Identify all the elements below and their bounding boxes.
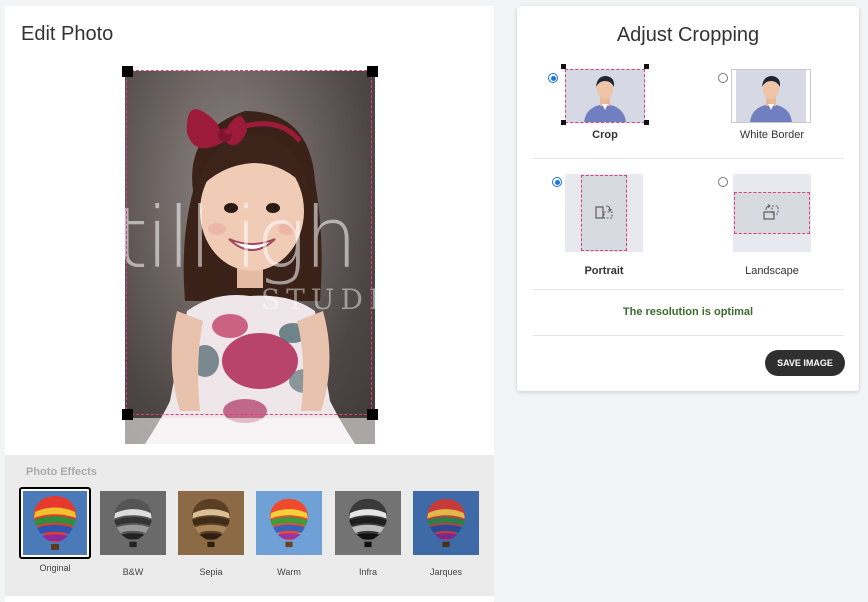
fit-option-white-border[interactable]: White Border [717, 68, 837, 148]
hot-air-balloon-icon [192, 498, 230, 548]
effect-label: Sepia [199, 567, 223, 577]
edit-photo-title: Edit Photo [21, 23, 114, 45]
effect-label: Warm [277, 567, 301, 577]
orientation-option-label: Portrait [584, 265, 624, 277]
photo-preview[interactable]: till igh STUDIO [125, 71, 375, 444]
balloon-thumbnail-sepia [178, 491, 244, 555]
adjust-cropping-title: Adjust Cropping [616, 24, 760, 46]
effect-original[interactable]: Original [19, 487, 91, 573]
hot-air-balloon-icon [114, 498, 152, 548]
rotate-orientation-icon [763, 204, 779, 220]
crop-handle-bottom-right[interactable] [367, 409, 378, 420]
crop-handle-bottom-left[interactable] [122, 409, 133, 420]
effect-jarques[interactable]: Jarques [413, 491, 479, 577]
balloon-thumbnail-warm [256, 491, 322, 555]
section-divider [533, 289, 844, 290]
fit-option-crop[interactable]: Crop [547, 64, 667, 148]
photo-effects-title: Photo Effects [26, 466, 97, 478]
portrait-radio[interactable] [552, 177, 562, 187]
person-avatar-icon [750, 76, 792, 122]
orientation-option-portrait[interactable]: Portrait [551, 174, 671, 277]
effect-label: Infra [358, 567, 377, 577]
photo-effects-panel: Photo Effects Original B&W Sepia Warm In… [5, 455, 494, 596]
corner-marker-icon [644, 120, 649, 125]
crop-handle-top-right[interactable] [367, 66, 378, 77]
hot-air-balloon-icon [427, 498, 465, 548]
portrait-frame [581, 175, 627, 251]
balloon-thumbnail-jarques [413, 491, 479, 555]
adjust-cropping-panel: Adjust Cropping Crop White Border Portra… [517, 6, 859, 391]
fit-option-label: White Border [739, 129, 805, 141]
photo-watermark-sub: STUDIO [261, 283, 375, 316]
section-divider [533, 335, 844, 336]
balloon-thumbnail-bw [100, 491, 166, 555]
person-avatar-icon [584, 76, 626, 122]
orientation-option-label: Landscape [745, 265, 799, 277]
crop-radio[interactable] [548, 73, 558, 83]
corner-marker-icon [644, 64, 649, 69]
effect-warm[interactable]: Warm [256, 491, 322, 577]
crop-handle-top-left[interactable] [122, 66, 133, 77]
rotate-orientation-icon [595, 205, 613, 219]
white-border-radio[interactable] [718, 73, 728, 83]
effect-label: B&W [122, 567, 144, 577]
white-border-preview-thumbnail [731, 69, 811, 123]
balloon-thumbnail-infra [335, 491, 401, 555]
effect-label: Jarques [429, 567, 463, 577]
crop-preview-thumbnail [565, 69, 645, 123]
effect-bw[interactable]: B&W [100, 491, 166, 577]
landscape-preview-thumbnail [733, 174, 811, 252]
corner-marker-icon [561, 64, 566, 69]
effect-label: Original [39, 563, 71, 573]
hot-air-balloon-icon [270, 498, 308, 548]
resolution-status: The resolution is optimal [622, 306, 754, 318]
corner-marker-icon [561, 120, 566, 125]
photo-crop-overflow [125, 418, 375, 444]
landscape-radio[interactable] [718, 177, 728, 187]
landscape-frame [734, 192, 810, 234]
section-divider [533, 158, 844, 159]
portrait-preview-thumbnail [565, 174, 643, 252]
effect-sepia[interactable]: Sepia [178, 491, 244, 577]
photo-watermark: till igh [125, 189, 358, 287]
orientation-option-landscape[interactable]: Landscape [717, 174, 837, 277]
effect-infra[interactable]: Infra [335, 491, 401, 577]
hot-air-balloon-icon [33, 496, 77, 550]
balloon-thumbnail-original [23, 491, 87, 555]
hot-air-balloon-icon [349, 498, 387, 548]
fit-option-label: Crop [592, 129, 618, 141]
save-image-button[interactable]: SAVE IMAGE [765, 350, 845, 376]
